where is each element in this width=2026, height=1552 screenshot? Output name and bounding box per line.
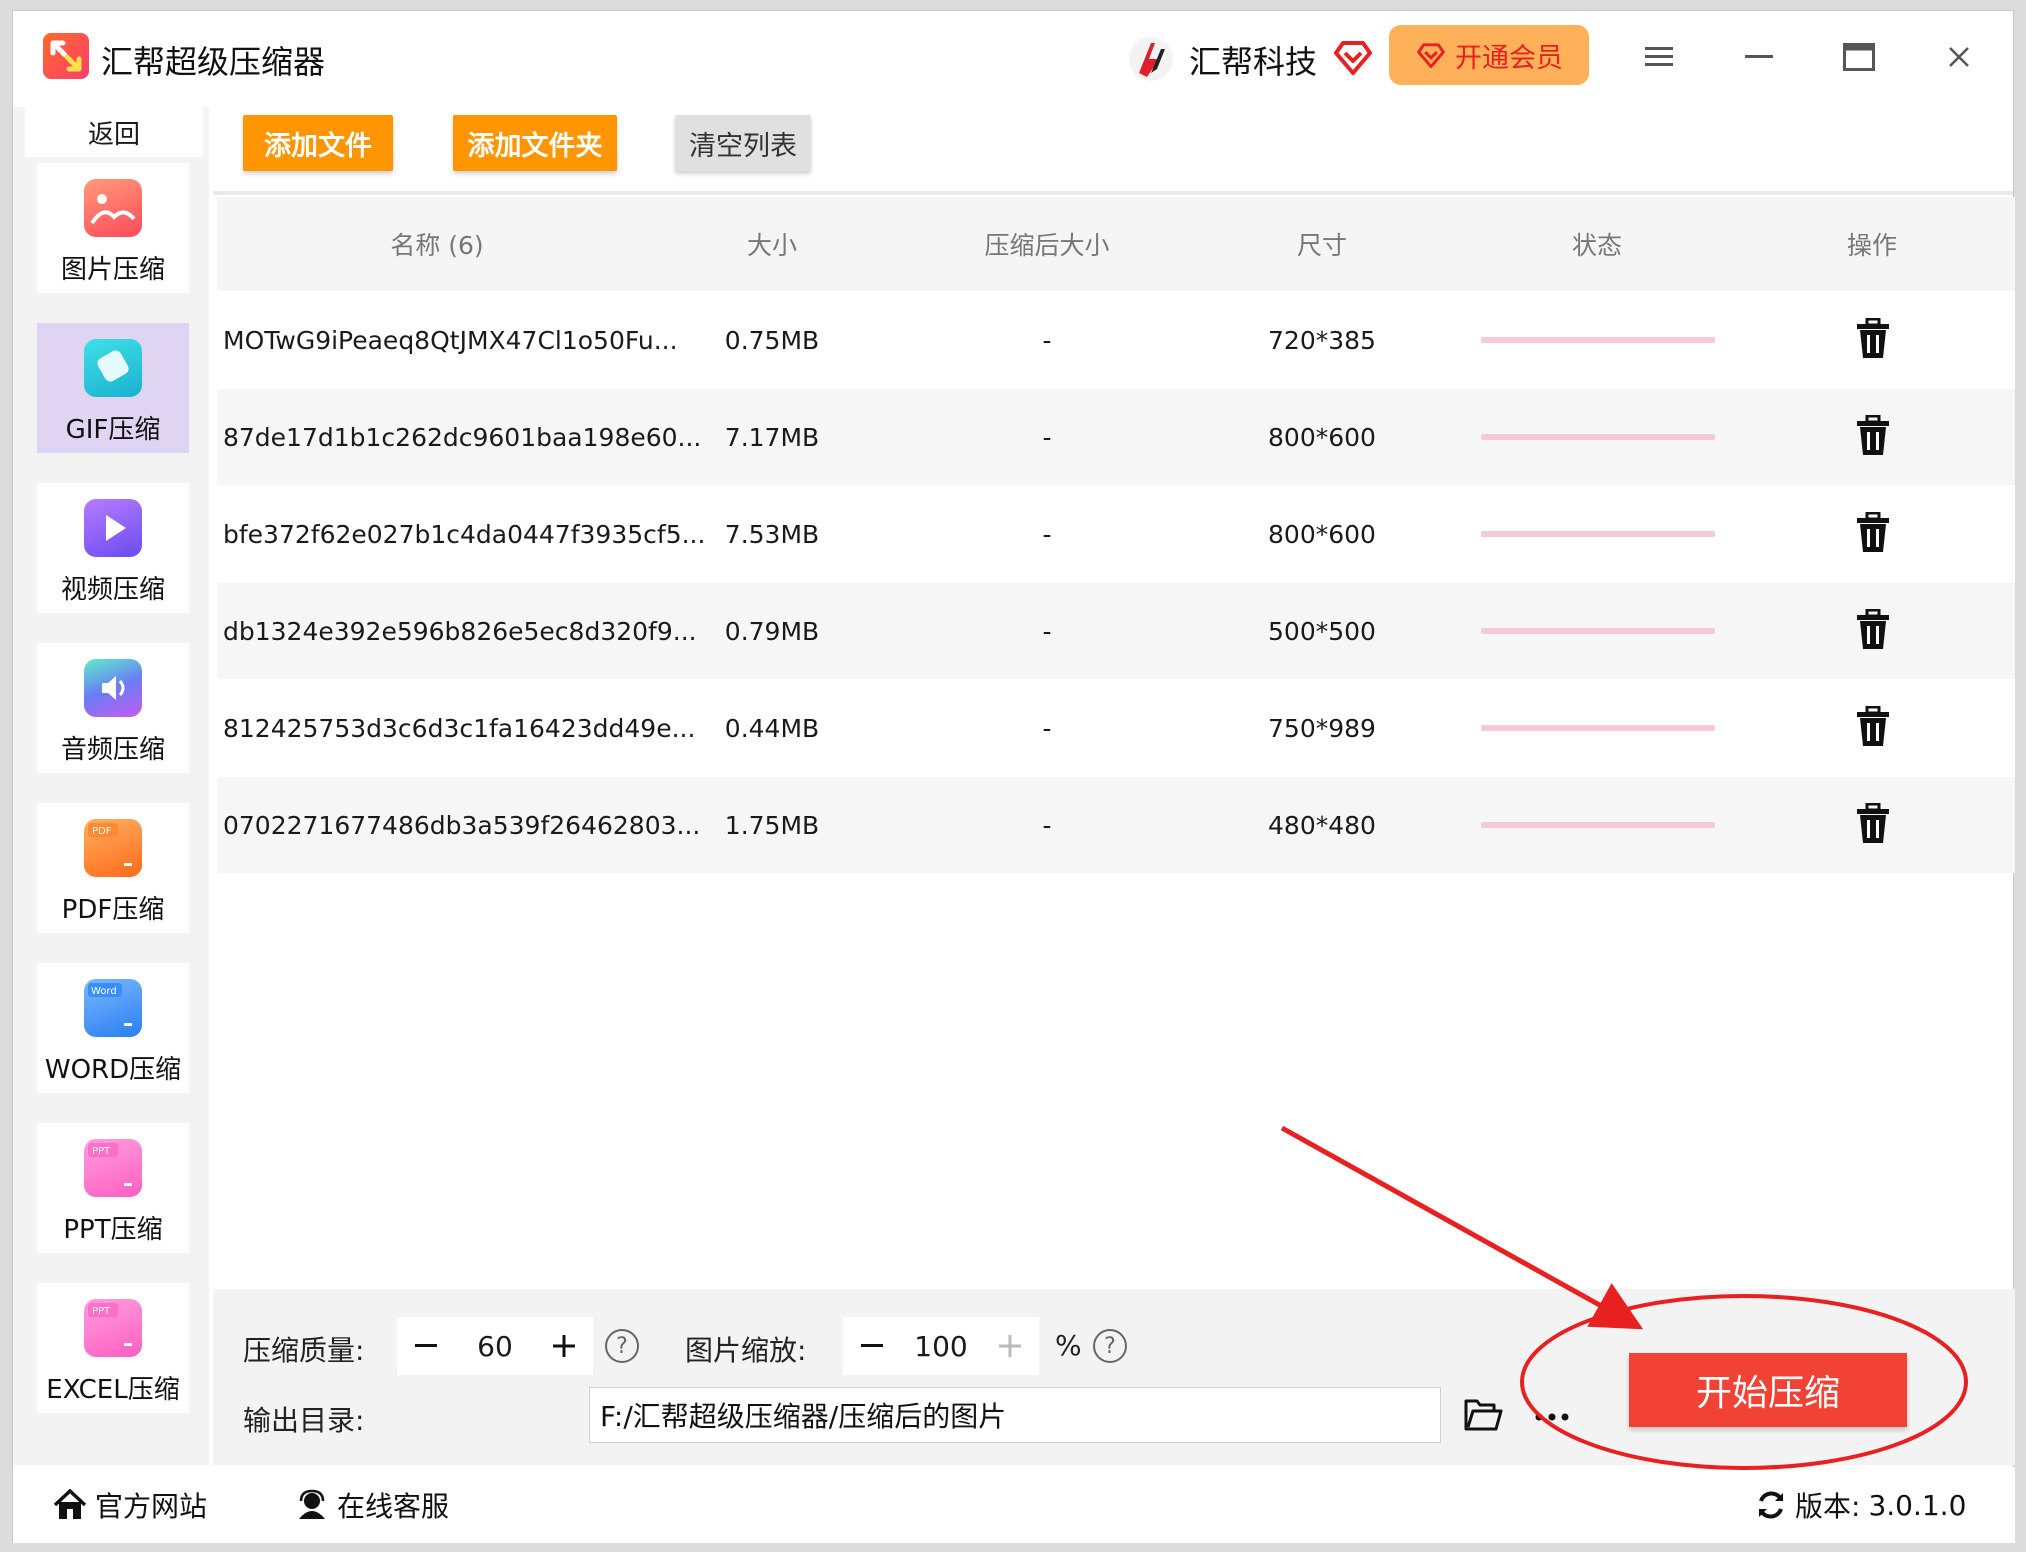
annotation-ellipse bbox=[1520, 1294, 1968, 1470]
annotation-overlay bbox=[1280, 1125, 1968, 1470]
annotation-arrow bbox=[1280, 1125, 1644, 1330]
